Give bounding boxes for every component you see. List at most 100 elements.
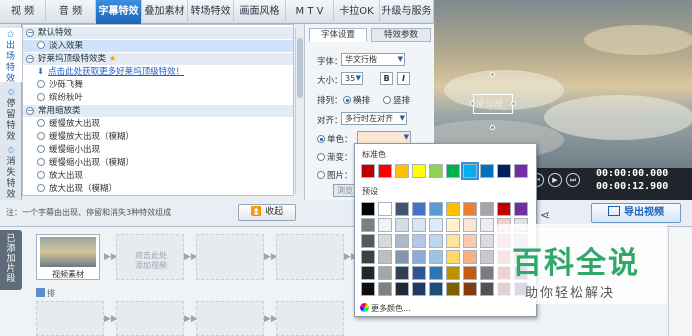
color-swatch[interactable] bbox=[463, 234, 477, 248]
layout-horizontal-radio[interactable]: 横排 bbox=[343, 94, 370, 106]
color-swatch[interactable] bbox=[429, 202, 443, 216]
color-swatch[interactable] bbox=[429, 266, 443, 280]
color-swatch[interactable] bbox=[480, 164, 494, 178]
color-swatch[interactable] bbox=[514, 164, 528, 178]
color-swatch[interactable] bbox=[361, 250, 375, 264]
collapse-group-icon[interactable]: − bbox=[26, 29, 34, 37]
color-swatch[interactable] bbox=[446, 218, 460, 232]
font-select[interactable]: 华文行楷 ▼ bbox=[341, 53, 405, 66]
color-swatch[interactable] bbox=[480, 266, 494, 280]
empty-clip-slot[interactable] bbox=[276, 234, 344, 280]
color-swatch[interactable] bbox=[395, 266, 409, 280]
tab-transition[interactable]: 转场特效 bbox=[188, 0, 234, 24]
tab-mtv[interactable]: M T V bbox=[286, 0, 334, 24]
color-swatch[interactable] bbox=[480, 250, 494, 264]
bold-button[interactable]: B bbox=[380, 72, 393, 85]
resize-handle[interactable] bbox=[490, 125, 495, 130]
color-swatch[interactable] bbox=[480, 218, 494, 232]
tab-exit-effect[interactable]: ✩ 消失特效 bbox=[0, 144, 22, 200]
more-colors-button[interactable]: 更多颜色... bbox=[360, 303, 411, 314]
color-swatch[interactable] bbox=[395, 282, 409, 296]
list-item[interactable]: 放大出现（模糊） bbox=[23, 183, 293, 195]
tab-upgrade[interactable]: 升级与服务 bbox=[380, 0, 434, 24]
next-frame-button[interactable]: ⏭ bbox=[566, 173, 580, 187]
color-swatch[interactable] bbox=[378, 266, 392, 280]
list-item[interactable]: 沙砾飞舞 bbox=[23, 79, 293, 91]
color-swatch[interactable] bbox=[461, 162, 479, 180]
clip-thumbnail[interactable]: 视频素材 bbox=[36, 234, 100, 280]
tab-font-settings[interactable]: 字体设置 bbox=[309, 28, 367, 42]
color-swatch[interactable] bbox=[429, 282, 443, 296]
tab-stay-effect[interactable]: ✩ 停留特效 bbox=[0, 86, 22, 142]
tab-overlay[interactable]: 叠加素材 bbox=[142, 0, 188, 24]
empty-clip-slot[interactable] bbox=[36, 301, 104, 336]
color-swatch[interactable] bbox=[378, 202, 392, 216]
color-swatch[interactable] bbox=[378, 250, 392, 264]
get-more-effects-link[interactable]: 点击此处获取更多好莱坞顶级特效！ bbox=[48, 67, 184, 77]
list-item[interactable]: 缓慢放大出现（模糊） bbox=[23, 131, 293, 143]
color-swatch[interactable] bbox=[463, 218, 477, 232]
align-select[interactable]: 多行时左对齐 ▼ bbox=[341, 112, 407, 125]
rotate-handle[interactable] bbox=[490, 72, 495, 77]
share-icon[interactable]: ⋖ bbox=[540, 208, 550, 222]
color-swatch[interactable] bbox=[395, 218, 409, 232]
list-item[interactable]: 放大出现 bbox=[23, 170, 293, 182]
layout-vertical-radio[interactable]: 竖排 bbox=[383, 94, 410, 106]
color-swatch[interactable] bbox=[514, 202, 528, 216]
color-swatch[interactable] bbox=[412, 250, 426, 264]
list-item[interactable]: 缤纷秋叶 bbox=[23, 92, 293, 104]
color-swatch[interactable] bbox=[429, 164, 443, 178]
color-swatch[interactable] bbox=[361, 202, 375, 216]
color-swatch[interactable] bbox=[446, 164, 460, 178]
color-swatch[interactable] bbox=[412, 164, 426, 178]
color-swatch[interactable] bbox=[361, 234, 375, 248]
color-swatch[interactable] bbox=[378, 218, 392, 232]
tab-karaoke[interactable]: 卡拉OK bbox=[334, 0, 380, 24]
color-swatch[interactable] bbox=[446, 234, 460, 248]
add-clip-slot[interactable]: 双击此处 添加视频 bbox=[116, 234, 184, 280]
color-swatch[interactable] bbox=[361, 164, 375, 178]
color-swatch[interactable] bbox=[429, 218, 443, 232]
color-swatch[interactable] bbox=[446, 266, 460, 280]
export-video-button[interactable]: 导出视频 bbox=[591, 203, 681, 223]
color-swatch[interactable] bbox=[378, 164, 392, 178]
tab-style[interactable]: 画面风格 bbox=[234, 0, 286, 24]
list-item[interactable]: 淡入效果 bbox=[23, 40, 293, 52]
color-swatch[interactable] bbox=[361, 218, 375, 232]
italic-button[interactable]: I bbox=[397, 72, 410, 85]
empty-clip-slot[interactable] bbox=[196, 234, 264, 280]
color-swatch[interactable] bbox=[378, 282, 392, 296]
color-swatch[interactable] bbox=[395, 164, 409, 178]
size-select[interactable]: 35 ▼ bbox=[341, 72, 363, 85]
collapse-group-icon[interactable]: − bbox=[26, 55, 34, 63]
sort-icon[interactable] bbox=[36, 288, 45, 297]
color-swatch[interactable] bbox=[446, 202, 460, 216]
color-swatch[interactable] bbox=[463, 202, 477, 216]
color-swatch[interactable] bbox=[395, 234, 409, 248]
color-swatch[interactable] bbox=[395, 250, 409, 264]
tab-audio[interactable]: 音 频 bbox=[46, 0, 96, 24]
color-swatch[interactable] bbox=[446, 250, 460, 264]
list-group-header[interactable]: − 默认特效 bbox=[23, 27, 293, 39]
color-swatch[interactable] bbox=[361, 282, 375, 296]
effect-list-scrollbar[interactable] bbox=[295, 28, 303, 194]
collapse-group-icon[interactable]: − bbox=[26, 107, 34, 115]
list-item[interactable]: 缓慢缩小出现（模糊） bbox=[23, 157, 293, 169]
list-group-header[interactable]: − 好莱坞顶级特效类 ★ bbox=[23, 53, 293, 65]
color-swatch[interactable] bbox=[463, 266, 477, 280]
color-swatch[interactable] bbox=[361, 266, 375, 280]
color-swatch[interactable] bbox=[446, 282, 460, 296]
color-swatch[interactable] bbox=[497, 164, 511, 178]
list-item[interactable]: 缓慢放大出现 bbox=[23, 118, 293, 130]
color-swatch[interactable] bbox=[480, 282, 494, 296]
color-swatch[interactable] bbox=[412, 202, 426, 216]
tab-video[interactable]: 视 频 bbox=[0, 0, 46, 24]
empty-clip-slot[interactable] bbox=[276, 301, 344, 336]
subtitle-textbox[interactable]: 爱剪辑 bbox=[470, 72, 516, 134]
gradient-radio[interactable]: 渐变： bbox=[317, 151, 353, 163]
color-swatch[interactable] bbox=[412, 282, 426, 296]
single-color-radio[interactable]: 单色： bbox=[317, 133, 353, 145]
color-swatch[interactable] bbox=[412, 218, 426, 232]
added-clips-tab[interactable]: 已添加片段 bbox=[0, 230, 22, 290]
color-swatch[interactable] bbox=[463, 250, 477, 264]
